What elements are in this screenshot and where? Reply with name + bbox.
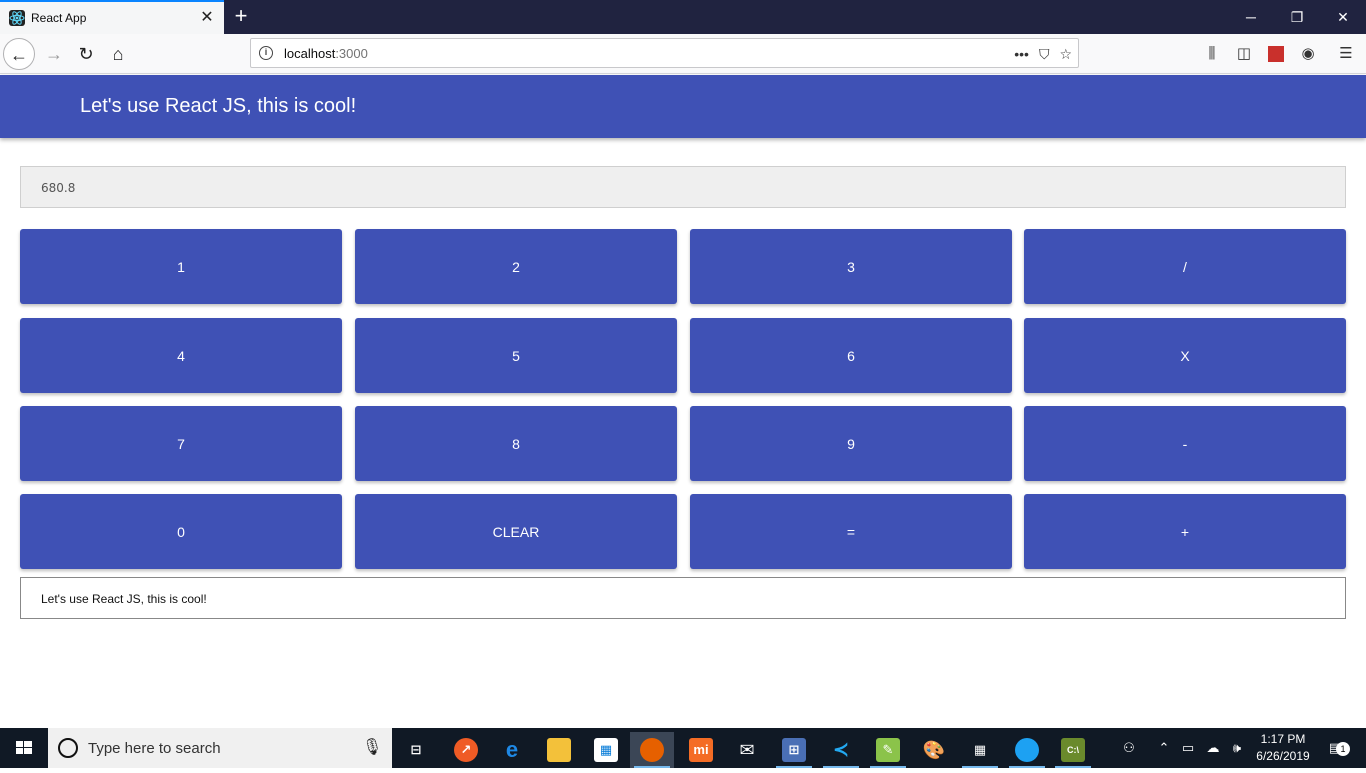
calculator-display: 680.8 xyxy=(20,166,1346,208)
clear-button[interactable]: CLEAR xyxy=(355,494,677,569)
paint-icon[interactable]: 🎨 xyxy=(912,732,956,768)
key-0-button[interactable]: 0 xyxy=(20,494,342,569)
bookmark-star-icon[interactable]: ☆ xyxy=(1059,46,1072,63)
message-text: Let's use React JS, this is cool! xyxy=(41,592,207,606)
calculator-icon[interactable]: ▦ xyxy=(958,732,1002,768)
app-bar: Let's use React JS, this is cool! xyxy=(0,75,1366,138)
library-icon[interactable]: ⫼ xyxy=(1200,42,1224,66)
key-2-button[interactable]: 2 xyxy=(355,229,677,304)
account-icon[interactable]: ◉ xyxy=(1296,42,1320,66)
battery-icon[interactable]: ▭ xyxy=(1178,728,1198,768)
home-icon[interactable]: ⌂ xyxy=(102,38,134,70)
url-text[interactable]: localhost:3000 xyxy=(284,46,368,61)
app-elephant-icon[interactable] xyxy=(1005,732,1049,768)
add-button[interactable]: + xyxy=(1024,494,1346,569)
close-window-icon[interactable]: ✕ xyxy=(1320,0,1366,34)
browser-tab[interactable]: React App ✕ xyxy=(0,0,224,34)
terminal-icon[interactable]: C:\ xyxy=(1051,732,1095,768)
site-info-icon[interactable]: i xyxy=(259,46,273,60)
clock[interactable]: 1:17 PM 6/26/2019 xyxy=(1248,731,1318,765)
browser-toolbar: ← → ↻ ⌂ i localhost:3000 ••• ⛉ ☆ ⫼ ◫ ◉ ☰ xyxy=(0,34,1366,74)
key-7-button[interactable]: 7 xyxy=(20,406,342,481)
mi-icon[interactable]: mi xyxy=(679,732,723,768)
close-tab-icon[interactable]: ✕ xyxy=(198,9,216,27)
file-explorer-icon[interactable] xyxy=(537,732,581,768)
mail-icon[interactable]: ✉ xyxy=(725,732,769,768)
taskbar-search[interactable]: Type here to search 🎙 xyxy=(48,728,392,768)
clock-time: 1:17 PM xyxy=(1260,732,1306,746)
reload-icon[interactable]: ↻ xyxy=(70,38,102,70)
forward-arrow-icon[interactable]: → xyxy=(38,38,70,70)
vscode-icon[interactable]: ≺ xyxy=(819,732,863,768)
task-view-icon[interactable]: ⊟ xyxy=(394,732,438,768)
windows-start-icon[interactable] xyxy=(0,728,48,768)
key-5-button[interactable]: 5 xyxy=(355,318,677,393)
sidebar-icon[interactable]: ◫ xyxy=(1232,42,1256,66)
tab-title: React App xyxy=(31,11,87,25)
back-arrow-icon[interactable]: ← xyxy=(3,38,35,70)
microphone-icon[interactable]: 🎙 xyxy=(362,737,382,759)
pocket-icon[interactable]: ⛉ xyxy=(1039,46,1050,63)
tray-chevron-icon[interactable]: ⌃ xyxy=(1156,728,1172,768)
minimize-icon[interactable]: ─ xyxy=(1228,0,1274,34)
key-1-button[interactable]: 1 xyxy=(20,229,342,304)
postman-icon[interactable]: ↗ xyxy=(444,732,488,768)
edge-icon[interactable]: e xyxy=(490,732,534,768)
network-app-icon[interactable]: ⊞ xyxy=(772,732,816,768)
onedrive-icon[interactable]: ☁ xyxy=(1202,728,1224,768)
restore-icon[interactable]: ❐ xyxy=(1274,0,1320,34)
react-logo-icon xyxy=(9,10,25,26)
volume-icon[interactable]: 🕪 xyxy=(1226,728,1248,768)
browser-tab-strip: React App ✕ + ─ ❐ ✕ xyxy=(0,0,1366,34)
clock-date: 6/26/2019 xyxy=(1256,749,1310,763)
page-actions-icon[interactable]: ••• xyxy=(1014,46,1029,62)
subtract-button[interactable]: - xyxy=(1024,406,1346,481)
key-6-button[interactable]: 6 xyxy=(690,318,1012,393)
display-value: 680.8 xyxy=(41,181,76,195)
key-4-button[interactable]: 4 xyxy=(20,318,342,393)
divide-button[interactable]: / xyxy=(1024,229,1346,304)
equals-button[interactable]: = xyxy=(690,494,1012,569)
message-box: Let's use React JS, this is cool! xyxy=(20,577,1346,619)
url-bar[interactable]: i localhost:3000 ••• ⛉ ☆ xyxy=(250,38,1079,68)
search-placeholder: Type here to search xyxy=(88,740,221,757)
new-tab-icon[interactable]: + xyxy=(231,5,251,27)
store-icon[interactable]: ▦ xyxy=(584,732,628,768)
key-8-button[interactable]: 8 xyxy=(355,406,677,481)
key-3-button[interactable]: 3 xyxy=(690,229,1012,304)
cortana-icon xyxy=(58,738,78,758)
taskbar: Type here to search 🎙 ⊟ ↗ e ▦ mi ✉ ⊞ ≺ ✎… xyxy=(0,728,1366,768)
key-9-button[interactable]: 9 xyxy=(690,406,1012,481)
people-icon[interactable]: ⚇ xyxy=(1118,728,1140,768)
notification-count-badge: 1 xyxy=(1336,742,1350,756)
menu-icon[interactable]: ☰ xyxy=(1334,42,1358,66)
firefox-icon[interactable] xyxy=(630,732,674,768)
extension-icon[interactable] xyxy=(1264,42,1288,66)
page-title: Let's use React JS, this is cool! xyxy=(80,95,357,117)
notepad-plus-icon[interactable]: ✎ xyxy=(866,732,910,768)
multiply-button[interactable]: X xyxy=(1024,318,1346,393)
